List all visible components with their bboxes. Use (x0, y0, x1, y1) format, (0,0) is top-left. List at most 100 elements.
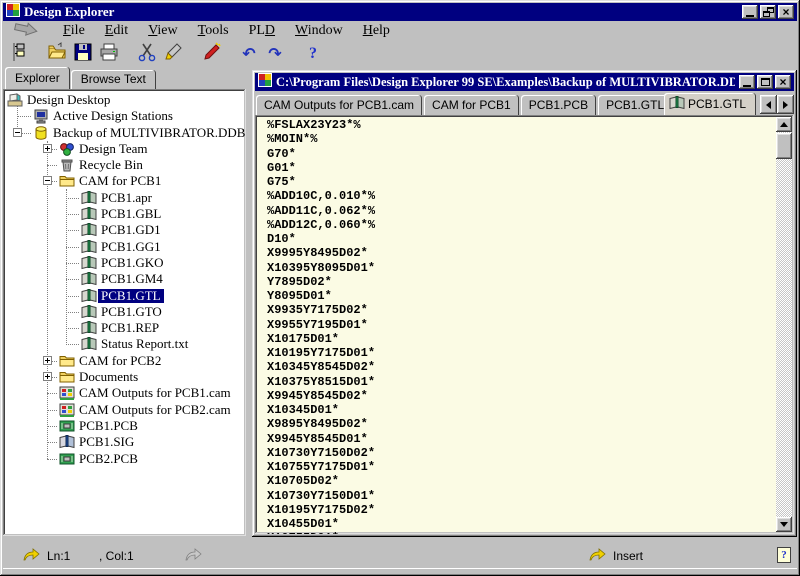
tab-cam-outputs-for-pcb1-cam[interactable]: CAM Outputs for PCB1.cam (256, 95, 422, 115)
menu-item-file[interactable]: File (53, 22, 95, 40)
design-tree[interactable]: Design DesktopActive Design StationsBack… (3, 89, 246, 536)
cut-scissors-button[interactable] (135, 42, 159, 66)
gerber-line: X9945Y8545D02* (267, 389, 772, 403)
explorer-panel-tabs: ExplorerBrowse Text (3, 67, 246, 89)
tab-pcb1-pcb[interactable]: PCB1.PCB (521, 95, 596, 115)
tree-item-pcb2-pcb[interactable]: PCB2.PCB (3, 451, 246, 467)
window-controls: × (742, 5, 794, 19)
expand-plus-box[interactable] (43, 144, 52, 153)
tab-active-pcb1-gtl[interactable]: PCB1.GTL (664, 93, 756, 115)
tree-item-cam-outputs-for-pcb2-cam[interactable]: CAM Outputs for PCB2.cam (3, 402, 246, 418)
tree-item-label: PCB1.GBL (98, 207, 164, 221)
tree-connector (66, 247, 79, 248)
tree-connector (47, 459, 57, 460)
collapse-minus-box[interactable] (13, 128, 22, 137)
scrollbar-thumb[interactable] (776, 133, 792, 159)
scroll-down-button[interactable] (776, 517, 792, 532)
save-floppy-button[interactable] (71, 42, 95, 66)
tab-browse-text[interactable]: Browse Text (71, 70, 156, 89)
close-button[interactable]: × (775, 75, 791, 89)
tree-item-pcb1-gg1[interactable]: PCB1.GG1 (3, 239, 246, 255)
gerber-line: G70* (267, 147, 772, 161)
tree-item-active-design-stations[interactable]: Active Design Stations (3, 108, 246, 124)
explorer-tree-button[interactable] (7, 42, 31, 66)
tree-item-documents[interactable]: Documents (3, 369, 246, 385)
tab-cam-for-pcb1[interactable]: CAM for PCB1 (424, 95, 519, 115)
tree-item-label: CAM Outputs for PCB2.cam (76, 403, 234, 417)
redo-button[interactable]: ↷ (263, 42, 287, 66)
tree-item-pcb1-gko[interactable]: PCB1.GKO (3, 255, 246, 271)
gerber-line: %FSLAX23Y23*% (267, 118, 772, 132)
cam-icon (59, 402, 75, 418)
tree-item-pcb1-pcb[interactable]: PCB1.PCB (3, 418, 246, 434)
workstation-icon (33, 108, 49, 124)
inactive-arrow-icon (185, 548, 202, 564)
tree-item-cam-for-pcb2[interactable]: CAM for PCB2 (3, 353, 246, 369)
cut-scissors-icon (137, 42, 157, 67)
tab-scroll-right-button[interactable] (777, 95, 794, 114)
wizard-pen-button[interactable] (199, 42, 223, 66)
book-icon (81, 239, 97, 255)
tree-connector (66, 328, 79, 329)
tree-item-pcb1-rep[interactable]: PCB1.REP (3, 320, 246, 336)
tree-item-pcb1-gtl[interactable]: PCB1.GTL (3, 288, 246, 304)
tree-item-design-team[interactable]: Design Team (3, 141, 246, 157)
open-folder-button[interactable] (45, 42, 69, 66)
menu-item-pld[interactable]: PLD (239, 22, 285, 40)
column-indicator: , Col:1 (99, 549, 134, 563)
restore-button[interactable] (760, 5, 776, 19)
expand-plus-box[interactable] (43, 356, 52, 365)
scroll-up-button[interactable] (776, 117, 792, 132)
book-icon (81, 271, 97, 287)
gerber-line: X10455D01* (267, 517, 772, 531)
tree-item-pcb1-gto[interactable]: PCB1.GTO (3, 304, 246, 320)
tab-explorer[interactable]: Explorer (5, 67, 70, 89)
minimize-button[interactable] (742, 5, 758, 19)
tree-connector (66, 263, 79, 264)
menu-item-window[interactable]: Window (285, 22, 353, 40)
text-editor[interactable]: %FSLAX23Y23*%%MOIN*%G70*G01*G75*%ADD10C,… (255, 115, 794, 534)
tree-item-pcb1-gm4[interactable]: PCB1.GM4 (3, 271, 246, 287)
tree-item-cam-for-pcb1[interactable]: CAM for PCB1 (3, 173, 246, 189)
pcb-icon (59, 451, 75, 467)
tree-connector (66, 230, 79, 231)
tab-pcb1-gtl[interactable]: PCB1.GTL (598, 95, 672, 115)
tree-item-pcb1-gbl[interactable]: PCB1.GBL (3, 206, 246, 222)
cam-icon (59, 385, 75, 401)
menu-item-help[interactable]: Help (353, 22, 400, 40)
undo-button[interactable]: ↶ (237, 42, 261, 66)
context-help-button[interactable]: ? (777, 547, 791, 563)
menu-item-edit[interactable]: Edit (95, 22, 138, 40)
gerber-line: X10730Y7150D01* (267, 489, 772, 503)
tab-scroll-left-button[interactable] (760, 95, 777, 114)
close-button[interactable]: × (778, 5, 794, 19)
wizard-pen-icon (201, 42, 221, 67)
gerber-line: X10705D02* (267, 474, 772, 488)
maximize-button[interactable] (757, 75, 773, 89)
document-tab-strip: CAM Outputs for PCB1.camCAM for PCB1PCB1… (255, 93, 794, 115)
tree-item-recycle-bin[interactable]: Recycle Bin (3, 157, 246, 173)
minimize-button[interactable] (739, 75, 755, 89)
insert-mode-indicator: Insert (613, 549, 643, 563)
tree-item-status-report-txt[interactable]: Status Report.txt (3, 336, 246, 352)
tree-item-cam-outputs-for-pcb1-cam[interactable]: CAM Outputs for PCB1.cam (3, 385, 246, 401)
tree-item-pcb1-apr[interactable]: PCB1.apr (3, 190, 246, 206)
tree-item-design-desktop[interactable]: Design Desktop (3, 92, 246, 108)
menu-item-tools[interactable]: Tools (188, 22, 239, 40)
down-arrow-menu-icon[interactable] (13, 21, 39, 42)
help-button[interactable]: ? (301, 42, 325, 66)
tree-item-label: PCB1.SIG (76, 435, 137, 449)
expand-plus-box[interactable] (43, 372, 52, 381)
tree-item-pcb1-sig[interactable]: PCB1.SIG (3, 434, 246, 450)
collapse-minus-box[interactable] (43, 176, 52, 185)
menu-item-view[interactable]: View (138, 22, 188, 40)
tree-item-label: CAM Outputs for PCB1.cam (76, 386, 234, 400)
tree-connector (66, 344, 79, 345)
vertical-scrollbar[interactable] (776, 117, 792, 532)
tree-item-backup-of-multivibrator-ddb[interactable]: Backup of MULTIVIBRATOR.DDB (3, 125, 246, 141)
print-button[interactable] (97, 42, 121, 66)
tree-connector (66, 198, 79, 199)
tree-item-pcb1-gd1[interactable]: PCB1.GD1 (3, 222, 246, 238)
paste-brush-button[interactable] (161, 42, 185, 66)
document-window-controls: × (739, 75, 791, 89)
